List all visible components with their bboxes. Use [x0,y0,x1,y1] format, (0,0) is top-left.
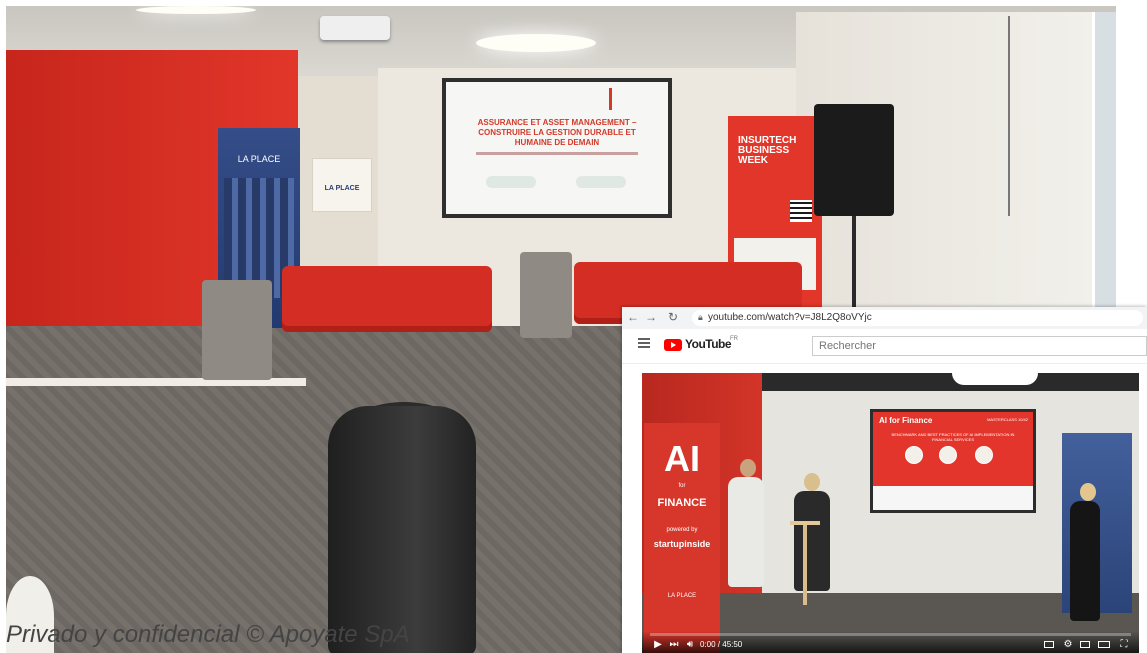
video-slide-footer [873,486,1033,510]
ceiling-light [476,34,596,52]
person-head [1080,483,1096,501]
qr-code [790,200,812,222]
video-projection-screen: AI for Finance MASTERCLASS 10/42 BENCHMA… [870,409,1036,513]
video-player[interactable]: AI for Finance MASTERCLASS 10/42 BENCHMA… [642,373,1139,653]
banner-finance: FINANCE [657,497,707,509]
banner-for: for [678,483,686,489]
time-display: 0:00 / 45:50 [700,640,743,649]
volume-icon[interactable]: 🔊︎ [684,639,696,651]
lock-icon: 🔒︎ [698,312,703,322]
ceiling-light [136,6,256,14]
video-slide-title: AI for Finance [879,416,933,425]
banner-label: LA PLACE [237,154,281,164]
banner-ai: AI [664,438,700,479]
ceiling-projector [320,16,390,40]
seated-woman [728,477,764,587]
reload-icon[interactable]: ↻ [666,310,680,324]
youtube-wordmark: YouTube [685,337,732,351]
video-slide-tag: MASTERCLASS 10/42 [987,417,1028,422]
hanging-rope [1008,16,1010,216]
youtube-header: YouTube FR [622,329,1147,364]
video-camera [328,406,476,653]
progress-bar[interactable] [650,633,1131,636]
wall-sign-label: LA PLACE [324,185,360,192]
slide-brand-logo [609,88,658,110]
standing-woman [1070,501,1100,621]
slide-title: ASSURANCE ET ASSET MANAGEMENT – CONSTRUI… [477,118,637,147]
person-head [804,473,820,491]
insurtech-banner-title: INSURTECH BUSINESS WEEK [738,135,797,166]
presentation-slide: ASSURANCE ET ASSET MANAGEMENT – CONSTRUI… [446,82,668,214]
video-ceiling-light [952,373,1038,385]
youtube-play-icon [664,339,682,351]
url-text: youtube.com/watch?v=J8L2Q8oVYjc [708,312,872,323]
settings-icon[interactable]: ⚙ [1062,639,1074,651]
play-icon[interactable]: ▶ [652,639,664,651]
ai-for-finance-banner: AI for FINANCE powered by startupinside … [644,423,720,653]
back-icon[interactable]: ← [626,310,640,324]
country-code: FR [730,336,738,342]
high-table [790,521,820,605]
banner-la-place: LA PLACE [667,593,697,599]
miniplayer-icon[interactable] [1080,641,1090,648]
slide-subtitle-line [476,152,638,155]
search-input[interactable] [812,336,1147,356]
video-slide-subtitle: BENCHMARK AND BEST PRACTICES OF AI IMPLE… [891,432,1015,442]
grey-chair [202,280,272,380]
subtitles-icon[interactable] [1044,641,1054,648]
forward-icon[interactable]: → [644,310,658,324]
loudspeaker [814,104,894,216]
grey-chair [520,252,572,338]
next-icon[interactable]: ⏭ [668,639,680,651]
video-slide: AI for Finance MASTERCLASS 10/42 BENCHMA… [873,412,1033,510]
la-place-wall-sign: LA PLACE [312,158,372,212]
person-head [740,459,756,477]
banner-powered-by: powered by [666,527,698,533]
menu-icon[interactable] [638,338,650,348]
speaker-photo [939,446,957,464]
confidential-watermark: Privado y confidencial © Apoyate SpA [6,621,410,648]
address-bar: ← → ↻ 🔒︎ youtube.com/watch?v=J8L2Q8oVYjc [622,307,1147,330]
projection-screen: ASSURANCE ET ASSET MANAGEMENT – CONSTRUI… [442,78,672,218]
speaker-photo [975,446,993,464]
theater-icon[interactable] [1098,641,1110,648]
window [1092,12,1116,312]
red-sofa-left [282,266,492,332]
banner-startupinside: startupinside [653,539,711,549]
finastra-logo [576,176,626,188]
browser-window: ← → ↻ 🔒︎ youtube.com/watch?v=J8L2Q8oVYjc… [622,307,1147,653]
finance-logo [486,176,536,188]
fullscreen-icon[interactable]: ⛶ [1118,639,1130,651]
player-controls: ▶ ⏭ 🔊︎ 0:00 / 45:50 ⚙ ⛶ [642,631,1139,653]
url-field[interactable]: 🔒︎ youtube.com/watch?v=J8L2Q8oVYjc [692,310,1143,326]
speaker-photo [905,446,923,464]
